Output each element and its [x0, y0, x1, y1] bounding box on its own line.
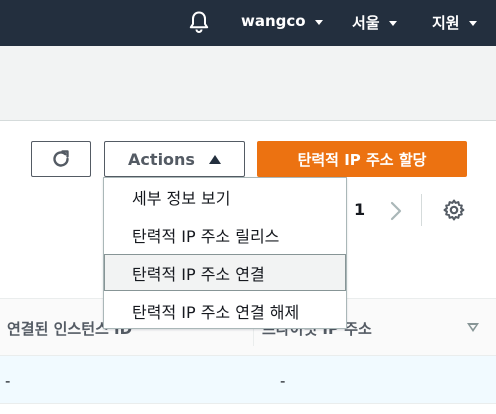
actions-button[interactable]: Actions: [104, 141, 245, 177]
menu-item-release-elastic-ip[interactable]: 탄력적 IP 주소 릴리스: [104, 216, 346, 253]
refresh-icon: [53, 150, 69, 167]
caret-down-icon: [388, 21, 397, 26]
gear-icon[interactable]: [442, 198, 466, 222]
table-cell: -: [5, 372, 11, 390]
caret-down-icon: [468, 21, 477, 26]
region-menu[interactable]: 서울: [352, 12, 397, 33]
actions-dropdown-menu: 세부 정보 보기 탄력적 IP 주소 릴리스 탄력적 IP 주소 연결 탄력적 …: [103, 177, 347, 329]
menu-item-associate-elastic-ip[interactable]: 탄력적 IP 주소 연결: [104, 254, 346, 291]
top-navigation-bar: wangco 서울 지원: [0, 0, 496, 46]
caret-up-icon: [208, 154, 221, 164]
chevron-right-icon[interactable]: [388, 199, 404, 223]
support-label: 지원: [432, 14, 460, 32]
page-number[interactable]: 1: [354, 200, 365, 219]
bell-icon[interactable]: [186, 9, 212, 35]
support-menu[interactable]: 지원: [432, 12, 477, 33]
table-cell: -: [280, 372, 286, 390]
menu-item-view-details[interactable]: 세부 정보 보기: [104, 178, 346, 215]
sort-down-icon[interactable]: [467, 323, 479, 332]
page-header-area: [0, 46, 496, 120]
menu-item-disassociate-elastic-ip[interactable]: 탄력적 IP 주소 연결 해제: [104, 292, 346, 329]
caret-down-icon: [314, 19, 323, 25]
account-label: wangco: [241, 12, 306, 30]
allocate-label: 탄력적 IP 주소 할당: [297, 150, 427, 169]
table-row[interactable]: [0, 356, 496, 404]
refresh-button[interactable]: [31, 141, 91, 177]
actions-label: Actions: [128, 149, 195, 169]
toolbar-divider: [421, 194, 422, 226]
allocate-elastic-ip-button[interactable]: 탄력적 IP 주소 할당: [257, 141, 467, 177]
region-label: 서울: [352, 14, 380, 32]
account-menu[interactable]: wangco: [241, 12, 323, 30]
